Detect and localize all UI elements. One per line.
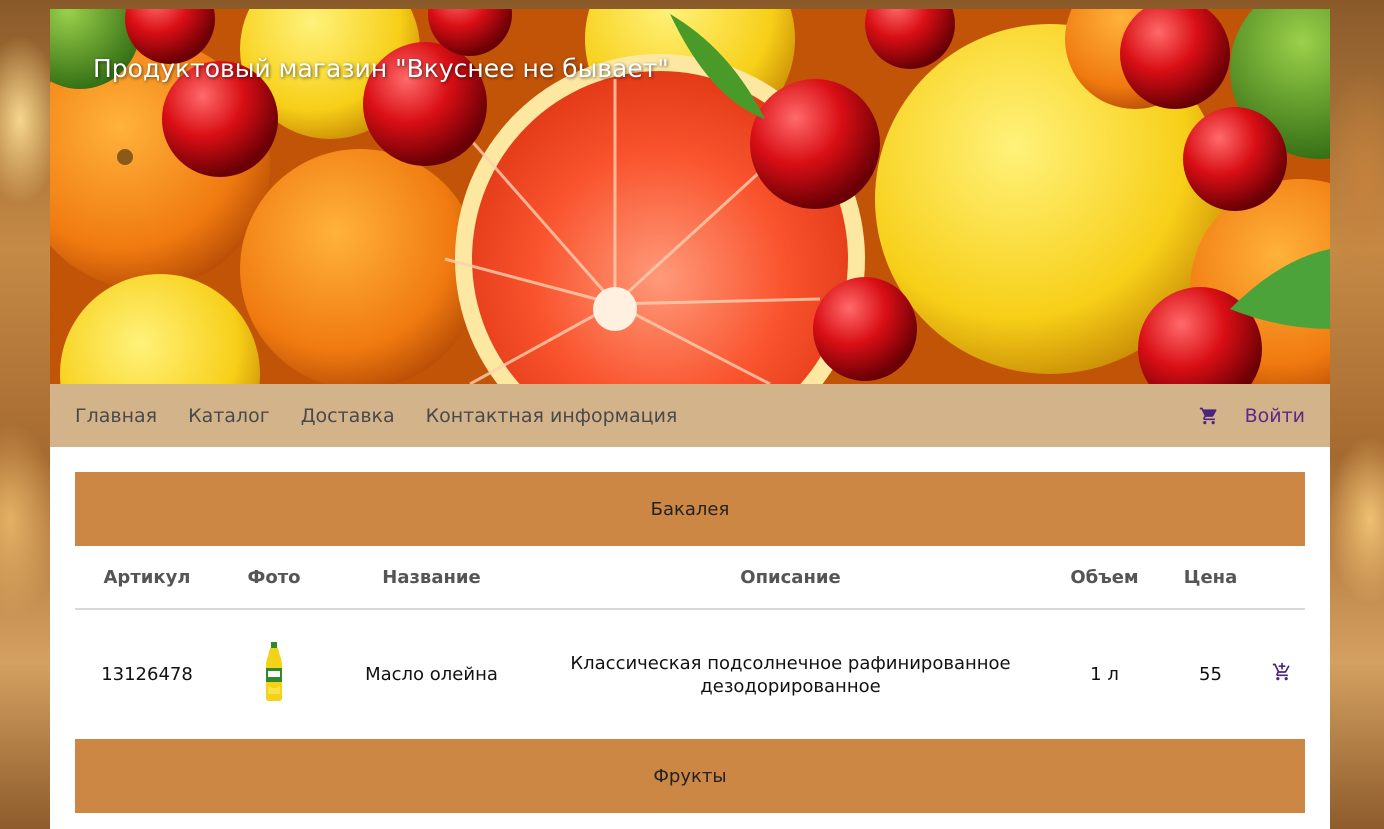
product-volume: 1 л xyxy=(1090,664,1119,685)
catalog-content: Бакалея Артикул Фото Название Описание О… xyxy=(50,447,1330,813)
product-action-cell xyxy=(1259,609,1305,739)
products-table: Артикул Фото Название Описание Объем Цен… xyxy=(75,546,1305,739)
table-row: 13126478 Масло олейна Классическая подсо… xyxy=(75,609,1305,739)
main-nav: Главная Каталог Доставка Контактная инфо… xyxy=(50,384,1330,447)
add-to-cart-icon[interactable] xyxy=(1272,662,1292,687)
nav-home[interactable]: Главная xyxy=(75,405,157,427)
product-description: Классическая подсолнечное рафинированное… xyxy=(570,652,1011,697)
site-title: Продуктовый магазин "Вкуснее не бывает" xyxy=(93,54,669,83)
column-header-article: Артикул xyxy=(75,546,219,610)
cart-icon[interactable] xyxy=(1199,406,1219,426)
page-container: Продуктовый магазин "Вкуснее не бывает" … xyxy=(50,9,1330,829)
category-header-grocery: Бакалея xyxy=(75,472,1305,546)
product-article: 13126478 xyxy=(101,664,193,685)
column-header-price: Цена xyxy=(1162,546,1259,610)
nav-delivery[interactable]: Доставка xyxy=(301,405,395,427)
column-header-description: Описание xyxy=(534,546,1047,610)
product-price: 55 xyxy=(1199,664,1222,685)
oil-bottle-image xyxy=(262,642,286,707)
column-header-photo: Фото xyxy=(219,546,329,610)
nav-contacts[interactable]: Контактная информация xyxy=(426,405,678,427)
table-header-row: Артикул Фото Название Описание Объем Цен… xyxy=(75,546,1305,610)
column-header-name: Название xyxy=(329,546,534,610)
nav-catalog[interactable]: Каталог xyxy=(188,405,270,427)
login-link[interactable]: Войти xyxy=(1245,405,1305,427)
product-name: Масло олейна xyxy=(365,664,498,685)
column-header-action xyxy=(1259,546,1305,610)
category-header-fruits: Фрукты xyxy=(75,739,1305,813)
header-banner: Продуктовый магазин "Вкуснее не бывает" xyxy=(50,9,1330,384)
column-header-volume: Объем xyxy=(1047,546,1162,610)
product-photo-cell xyxy=(219,609,329,739)
